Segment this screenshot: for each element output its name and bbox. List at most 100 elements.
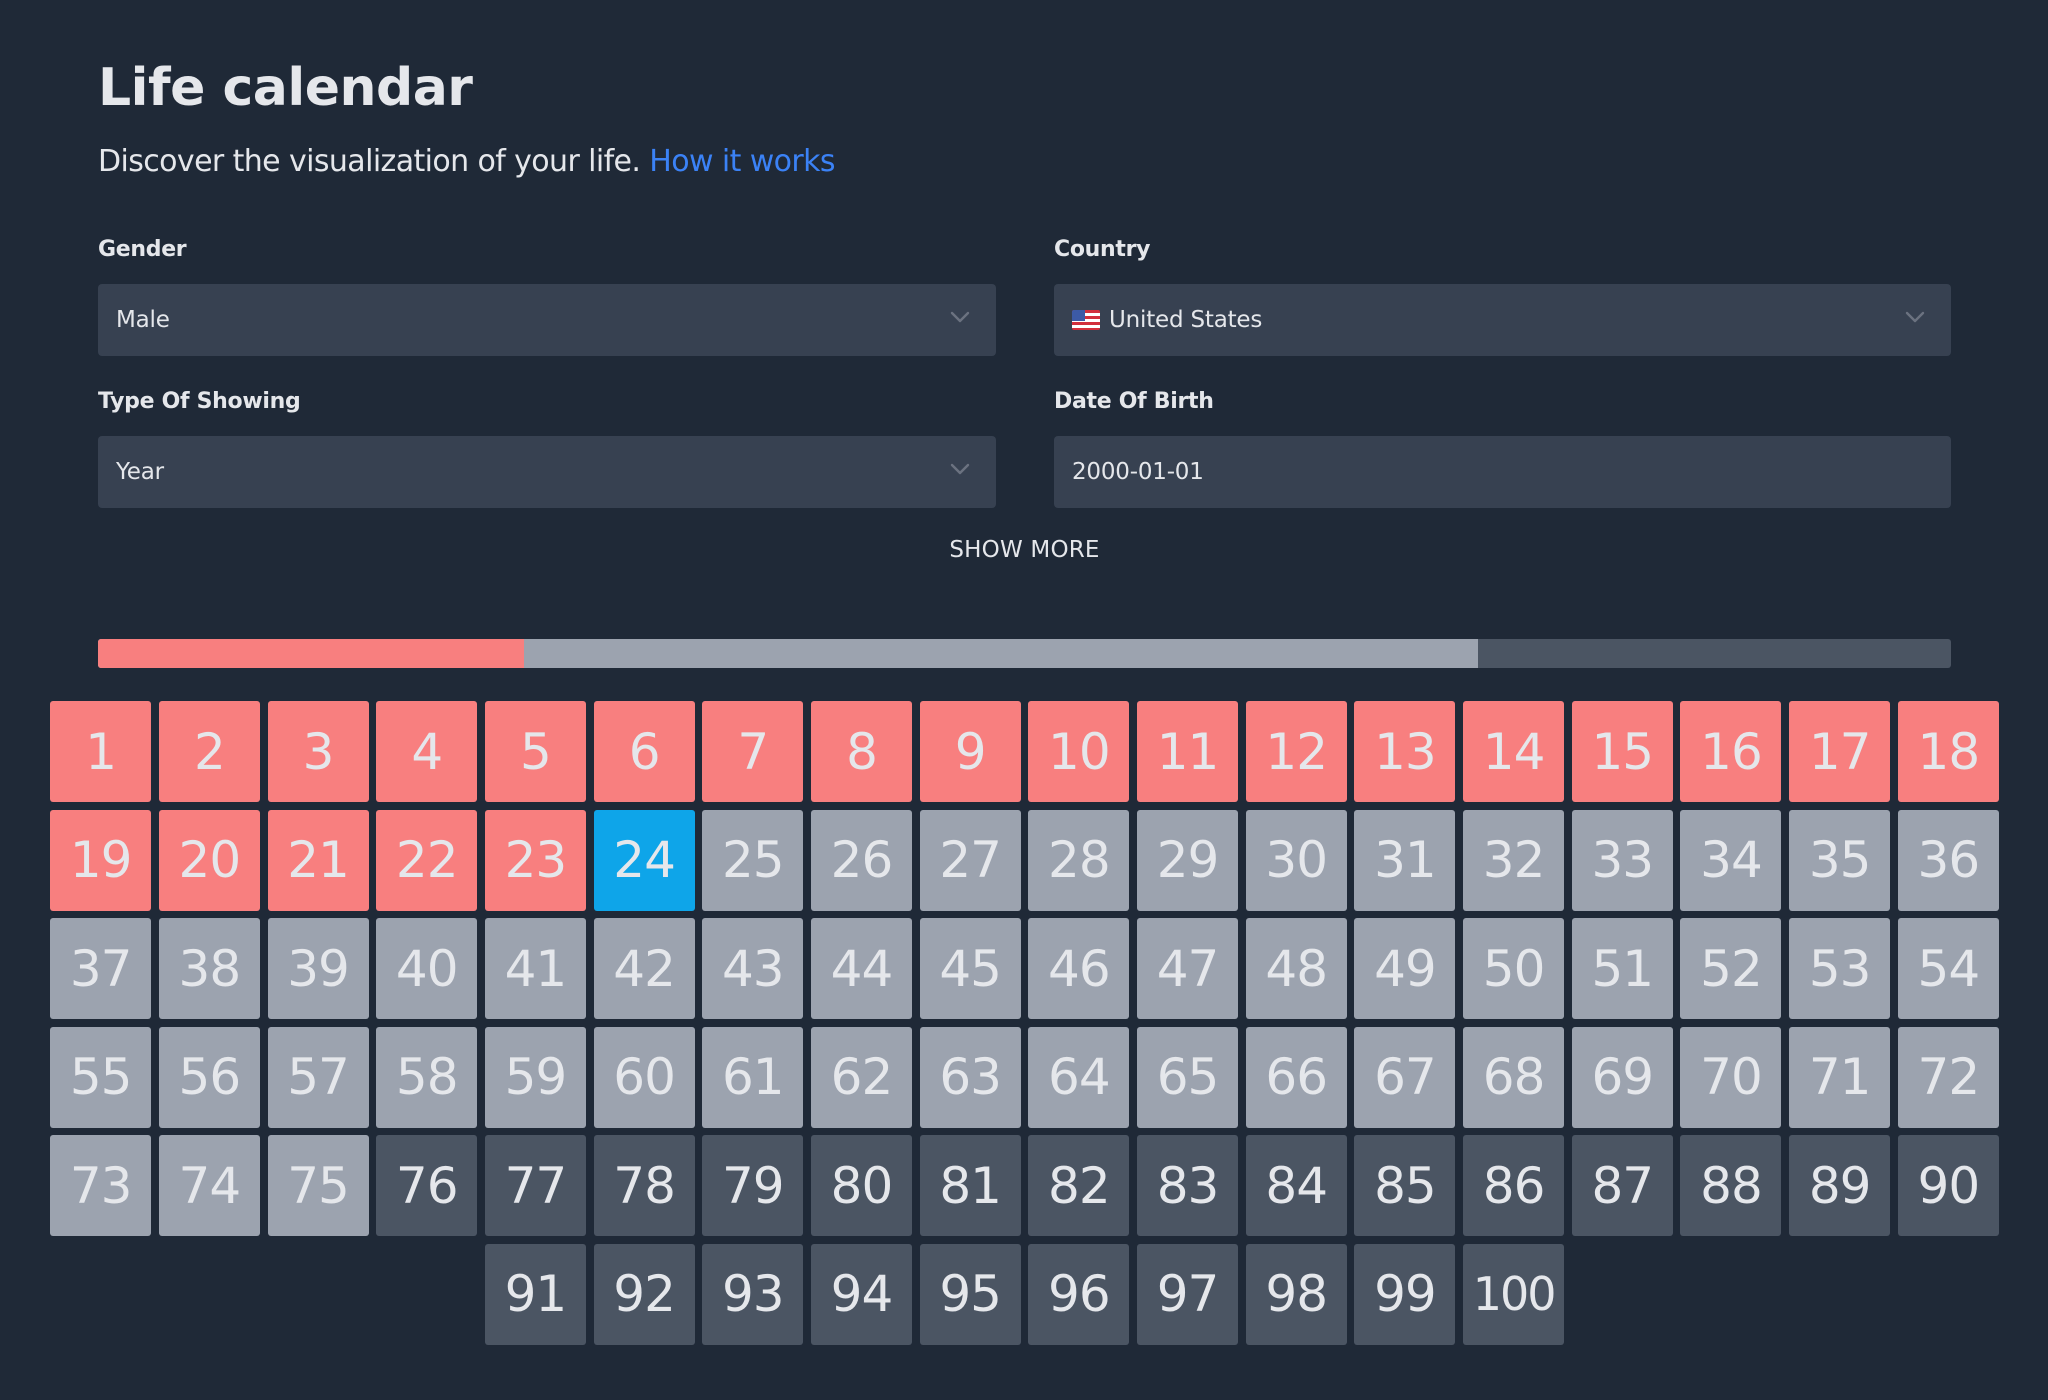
year-cell-beyond[interactable]: 93 xyxy=(702,1243,804,1345)
year-cell-lived[interactable]: 21 xyxy=(267,809,369,911)
year-cell-lived[interactable]: 19 xyxy=(50,809,152,911)
year-cell-expected[interactable]: 35 xyxy=(1789,809,1891,911)
type-of-showing-select[interactable]: Year xyxy=(98,436,996,508)
year-cell-beyond[interactable]: 86 xyxy=(1463,1135,1565,1237)
year-cell-expected[interactable]: 29 xyxy=(1137,809,1239,911)
year-cell-expected[interactable]: 28 xyxy=(1028,809,1130,911)
year-cell-expected[interactable]: 61 xyxy=(702,1026,804,1128)
year-cell-lived[interactable]: 11 xyxy=(1137,701,1239,802)
year-cell-expected[interactable]: 55 xyxy=(50,1026,152,1128)
year-cell-lived[interactable]: 12 xyxy=(1245,701,1347,802)
year-cell-lived[interactable]: 3 xyxy=(267,701,369,802)
year-cell-expected[interactable]: 37 xyxy=(50,918,152,1020)
year-cell-lived[interactable]: 5 xyxy=(484,701,586,802)
year-cell-expected[interactable]: 50 xyxy=(1463,918,1565,1020)
year-cell-lived[interactable]: 7 xyxy=(702,701,804,802)
year-cell-expected[interactable]: 44 xyxy=(810,918,912,1020)
year-cell-expected[interactable]: 67 xyxy=(1354,1026,1456,1128)
year-cell-expected[interactable]: 27 xyxy=(919,809,1021,911)
year-cell-expected[interactable]: 66 xyxy=(1245,1026,1347,1128)
year-cell-expected[interactable]: 26 xyxy=(810,809,912,911)
year-cell-expected[interactable]: 52 xyxy=(1680,918,1782,1020)
year-cell-expected[interactable]: 68 xyxy=(1463,1026,1565,1128)
year-cell-beyond[interactable]: 85 xyxy=(1354,1135,1456,1237)
year-cell-expected[interactable]: 51 xyxy=(1571,918,1673,1020)
year-cell-beyond[interactable]: 87 xyxy=(1571,1135,1673,1237)
year-cell-beyond[interactable]: 92 xyxy=(593,1243,695,1345)
country-select[interactable]: United States xyxy=(1054,284,1951,356)
year-cell-expected[interactable]: 60 xyxy=(593,1026,695,1128)
year-cell-lived[interactable]: 23 xyxy=(484,809,586,911)
year-cell-expected[interactable]: 39 xyxy=(267,918,369,1020)
year-cell-beyond[interactable]: 100 xyxy=(1463,1243,1565,1345)
year-cell-beyond[interactable]: 97 xyxy=(1137,1243,1239,1345)
year-cell-lived[interactable]: 13 xyxy=(1354,701,1456,802)
year-cell-beyond[interactable]: 88 xyxy=(1680,1135,1782,1237)
year-cell-expected[interactable]: 56 xyxy=(158,1026,260,1128)
year-cell-expected[interactable]: 30 xyxy=(1245,809,1347,911)
year-cell-expected[interactable]: 64 xyxy=(1028,1026,1130,1128)
year-cell-expected[interactable]: 42 xyxy=(593,918,695,1020)
year-cell-lived[interactable]: 14 xyxy=(1463,701,1565,802)
year-cell-expected[interactable]: 43 xyxy=(702,918,804,1020)
year-cell-lived[interactable]: 9 xyxy=(919,701,1021,802)
year-cell-lived[interactable]: 6 xyxy=(593,701,695,802)
year-cell-beyond[interactable]: 98 xyxy=(1245,1243,1347,1345)
year-cell-expected[interactable]: 58 xyxy=(376,1026,478,1128)
year-cell-beyond[interactable]: 89 xyxy=(1789,1135,1891,1237)
year-cell-lived[interactable]: 1 xyxy=(50,701,152,802)
year-cell-expected[interactable]: 47 xyxy=(1137,918,1239,1020)
year-cell-current[interactable]: 24 xyxy=(593,809,695,911)
year-cell-expected[interactable]: 38 xyxy=(158,918,260,1020)
year-cell-lived[interactable]: 4 xyxy=(376,701,478,802)
year-cell-expected[interactable]: 59 xyxy=(484,1026,586,1128)
year-cell-expected[interactable]: 57 xyxy=(267,1026,369,1128)
year-cell-expected[interactable]: 71 xyxy=(1789,1026,1891,1128)
year-cell-expected[interactable]: 49 xyxy=(1354,918,1456,1020)
year-cell-expected[interactable]: 46 xyxy=(1028,918,1130,1020)
year-cell-lived[interactable]: 8 xyxy=(810,701,912,802)
year-cell-beyond[interactable]: 79 xyxy=(702,1135,804,1237)
show-more-button[interactable]: SHOW MORE xyxy=(98,537,1951,563)
year-cell-beyond[interactable]: 81 xyxy=(919,1135,1021,1237)
year-cell-expected[interactable]: 25 xyxy=(702,809,804,911)
year-cell-expected[interactable]: 70 xyxy=(1680,1026,1782,1128)
year-cell-beyond[interactable]: 80 xyxy=(810,1135,912,1237)
year-cell-expected[interactable]: 69 xyxy=(1571,1026,1673,1128)
year-cell-beyond[interactable]: 99 xyxy=(1354,1243,1456,1345)
year-cell-expected[interactable]: 65 xyxy=(1137,1026,1239,1128)
year-cell-beyond[interactable]: 91 xyxy=(484,1243,586,1345)
year-cell-expected[interactable]: 40 xyxy=(376,918,478,1020)
year-cell-expected[interactable]: 34 xyxy=(1680,809,1782,911)
year-cell-beyond[interactable]: 90 xyxy=(1897,1135,1999,1237)
year-cell-expected[interactable]: 45 xyxy=(919,918,1021,1020)
year-cell-expected[interactable]: 36 xyxy=(1897,809,1999,911)
year-cell-expected[interactable]: 73 xyxy=(50,1135,152,1237)
year-cell-beyond[interactable]: 95 xyxy=(919,1243,1021,1345)
date-of-birth-input[interactable]: 2000-01-01 xyxy=(1054,436,1951,508)
year-cell-lived[interactable]: 22 xyxy=(376,809,478,911)
year-cell-lived[interactable]: 10 xyxy=(1028,701,1130,802)
year-cell-beyond[interactable]: 76 xyxy=(376,1135,478,1237)
year-cell-expected[interactable]: 75 xyxy=(267,1135,369,1237)
year-cell-lived[interactable]: 18 xyxy=(1897,701,1999,802)
year-cell-expected[interactable]: 53 xyxy=(1789,918,1891,1020)
year-cell-expected[interactable]: 63 xyxy=(919,1026,1021,1128)
year-cell-lived[interactable]: 16 xyxy=(1680,701,1782,802)
year-cell-beyond[interactable]: 77 xyxy=(484,1135,586,1237)
year-cell-expected[interactable]: 31 xyxy=(1354,809,1456,911)
year-cell-expected[interactable]: 62 xyxy=(810,1026,912,1128)
year-cell-beyond[interactable]: 82 xyxy=(1028,1135,1130,1237)
year-cell-lived[interactable]: 15 xyxy=(1571,701,1673,802)
year-cell-beyond[interactable]: 83 xyxy=(1137,1135,1239,1237)
year-cell-lived[interactable]: 2 xyxy=(158,701,260,802)
year-cell-beyond[interactable]: 96 xyxy=(1028,1243,1130,1345)
how-it-works-link[interactable]: How it works xyxy=(649,144,835,179)
year-cell-lived[interactable]: 20 xyxy=(158,809,260,911)
year-cell-beyond[interactable]: 84 xyxy=(1245,1135,1347,1237)
year-cell-expected[interactable]: 74 xyxy=(158,1135,260,1237)
gender-select[interactable]: Male xyxy=(98,284,996,356)
year-cell-expected[interactable]: 54 xyxy=(1897,918,1999,1020)
year-cell-expected[interactable]: 32 xyxy=(1463,809,1565,911)
year-cell-expected[interactable]: 48 xyxy=(1245,918,1347,1020)
